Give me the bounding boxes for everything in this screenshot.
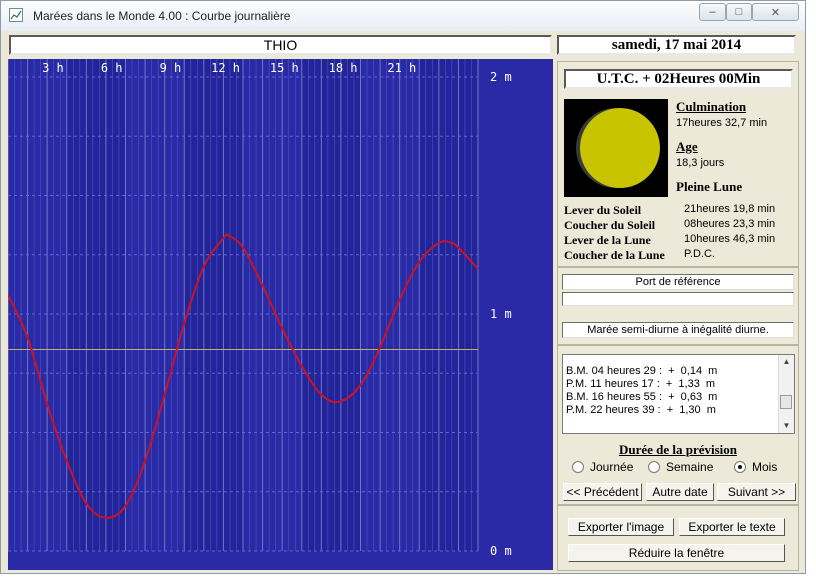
- scroll-thumb[interactable]: [780, 395, 792, 409]
- age-value: 18,3 jours: [676, 157, 725, 169]
- port-subfield: [562, 292, 794, 306]
- radio-dot-selected: [734, 461, 746, 473]
- actions-panel: Exporter l'image Exporter le texte Rédui…: [557, 505, 799, 571]
- time-band: [66, 59, 126, 551]
- previous-button[interactable]: << Précédent: [563, 483, 642, 501]
- event-value: 08heures 23,3 min: [684, 218, 776, 230]
- scroll-down-icon[interactable]: ▼: [779, 419, 794, 433]
- event-row: Lever du Soleil 21heures 19,8 min: [564, 203, 794, 218]
- port-panel: Port de référence Marée semi-diurne à in…: [557, 267, 799, 345]
- radio-week[interactable]: Semaine: [648, 460, 713, 474]
- moon-icon: [576, 108, 660, 188]
- x-tick-label: 18 h: [329, 61, 358, 75]
- y-tick-label: 0 m: [490, 544, 512, 558]
- event-label: Lever du Soleil: [564, 203, 642, 217]
- close-icon: ✕: [770, 6, 781, 19]
- tide-chart: 3 h 6 h 9 h 12 h 15 h 18 h 21 h 2 m 1 m 0 m: [8, 59, 553, 570]
- list-item: B.M. 04 heures 29 : + 0,14 m: [566, 365, 718, 377]
- astro-panel: U.T.C. + 02Heures 00Min Culmination 17he…: [557, 61, 799, 267]
- y-tick-label: 2 m: [490, 70, 512, 84]
- radio-dot: [572, 461, 584, 473]
- title-bar[interactable]: Marées dans le Monde 4.00 : Courbe journ…: [1, 1, 805, 31]
- event-value: P.D.C.: [684, 248, 715, 260]
- event-label: Coucher du Soleil: [564, 218, 656, 232]
- radio-dot: [648, 461, 660, 473]
- time-band: [419, 59, 478, 551]
- reduce-window-button[interactable]: Réduire la fenêtre: [568, 544, 785, 562]
- app-window: Marées dans le Monde 4.00 : Courbe journ…: [0, 0, 806, 574]
- event-row: Lever de la Lune 10heures 46,3 min: [564, 233, 794, 248]
- maximize-button[interactable]: □: [726, 3, 752, 21]
- tide-chart-svg: 3 h 6 h 9 h 12 h 15 h 18 h 21 h 2 m 1 m 0 m: [8, 59, 553, 570]
- moon-phase-image: [564, 99, 668, 197]
- age-title: Age: [676, 139, 698, 154]
- other-date-button[interactable]: Autre date: [646, 483, 714, 501]
- y-tick-label: 1 m: [490, 307, 512, 321]
- location-label: THIO: [9, 35, 552, 55]
- event-row: Coucher du Soleil 08heures 23,3 min: [564, 218, 794, 233]
- culmination-title: Culmination: [676, 99, 747, 114]
- close-button[interactable]: ✕: [752, 3, 799, 21]
- window-title: Marées dans le Monde 4.00 : Courbe journ…: [33, 9, 291, 23]
- moon-phase-label: Pleine Lune: [676, 179, 743, 194]
- list-item: P.M. 22 heures 39 : + 1,30 m: [566, 404, 716, 416]
- radio-label: Mois: [752, 460, 778, 474]
- utc-offset: U.T.C. + 02Heures 00Min: [564, 69, 793, 89]
- list-item: B.M. 16 heures 55 : + 0,63 m: [566, 391, 718, 403]
- x-tick-label: 15 h: [270, 61, 299, 75]
- reference-port-field[interactable]: Port de référence: [562, 274, 794, 290]
- forecast-panel: B.M. 04 heures 29 : + 0,14 m P.M. 11 heu…: [557, 345, 799, 505]
- culmination-value: 17heures 32,7 min: [676, 117, 768, 129]
- tide-type-field: Marée semi-diurne à inégalité diurne.: [562, 322, 794, 338]
- x-tick-label: 9 h: [160, 61, 182, 75]
- radio-label: Journée: [590, 460, 634, 474]
- time-band: [184, 59, 243, 551]
- minimize-button[interactable]: ‒: [699, 3, 726, 21]
- scroll-up-icon[interactable]: ▲: [779, 355, 794, 369]
- next-button[interactable]: Suivant >>: [717, 483, 796, 501]
- x-tick-label: 3 h: [42, 61, 64, 75]
- radio-month[interactable]: Mois: [734, 460, 777, 474]
- export-text-button[interactable]: Exporter le texte: [679, 518, 785, 536]
- export-image-button[interactable]: Exporter l'image: [568, 518, 674, 536]
- event-value: 21heures 19,8 min: [684, 203, 776, 215]
- time-band: [301, 59, 361, 551]
- minimize-icon: ‒: [709, 6, 716, 18]
- forecast-title: Durée de la prévision: [618, 442, 738, 457]
- radio-day[interactable]: Journée: [572, 460, 633, 474]
- x-tick-label: 6 h: [101, 61, 123, 75]
- date-label: samedi, 17 mai 2014: [557, 35, 796, 55]
- maximize-icon: □: [735, 6, 743, 18]
- event-value: 10heures 46,3 min: [684, 233, 776, 245]
- radio-label: Semaine: [666, 460, 714, 474]
- event-label: Lever de la Lune: [564, 233, 651, 247]
- x-tick-label: 12 h: [211, 61, 240, 75]
- event-label: Coucher de la Lune: [564, 248, 665, 262]
- event-row: Coucher de la Lune P.D.C.: [564, 248, 794, 263]
- tide-list[interactable]: B.M. 04 heures 29 : + 0,14 m P.M. 11 heu…: [562, 354, 795, 434]
- x-tick-label: 21 h: [387, 61, 416, 75]
- tide-list-scrollbar[interactable]: ▲ ▼: [778, 355, 794, 433]
- chart-app-icon: [9, 8, 23, 22]
- list-item: P.M. 11 heures 17 : + 1,33 m: [566, 378, 716, 390]
